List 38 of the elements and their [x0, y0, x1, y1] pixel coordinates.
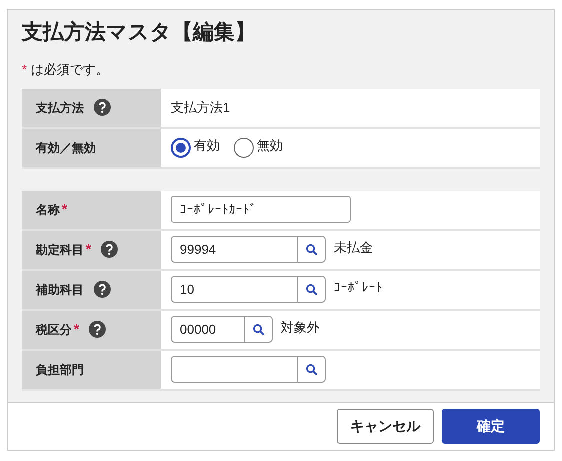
lookup-input[interactable]: 99994: [171, 236, 297, 263]
lookup-description: ｺｰﾎﾟﾚｰﾄ: [334, 278, 383, 297]
help-icon[interactable]: [89, 321, 106, 338]
field-label: 補助科目: [36, 282, 84, 298]
field-label: 有効／無効: [36, 140, 96, 156]
required-mark: *: [74, 320, 80, 339]
field-label: 勘定科目: [36, 242, 84, 258]
search-button[interactable]: [297, 236, 326, 263]
confirm-button[interactable]: 確定: [442, 409, 540, 444]
search-button[interactable]: [297, 356, 326, 383]
help-icon[interactable]: [101, 241, 118, 258]
lookup-description: 未払金: [334, 238, 373, 257]
radio-option[interactable]: 無効: [234, 138, 283, 158]
required-mark: *: [62, 200, 68, 219]
search-icon: [306, 364, 318, 376]
radio-option[interactable]: 有効: [171, 138, 220, 158]
required-mark: *: [22, 61, 28, 79]
search-icon: [252, 324, 264, 336]
field-label: 支払方法: [36, 100, 84, 116]
lookup-description: 対象外: [281, 318, 320, 337]
value-text: 支払方法1: [171, 98, 230, 117]
search-button[interactable]: [297, 276, 326, 303]
field-label: 名称: [36, 202, 60, 218]
help-icon[interactable]: [94, 281, 111, 298]
required-note: は必須です。: [31, 61, 110, 79]
search-icon: [306, 244, 318, 256]
lookup-input[interactable]: 00000: [171, 316, 244, 343]
help-icon[interactable]: [94, 99, 111, 116]
field-label: 負担部門: [36, 362, 84, 378]
required-mark: *: [86, 240, 92, 259]
lookup-input[interactable]: 10: [171, 276, 297, 303]
cancel-button[interactable]: キャンセル: [337, 409, 434, 444]
lookup-input[interactable]: [171, 356, 297, 383]
field-label: 税区分: [36, 322, 72, 338]
dialog-title: 支払方法マスタ【編集】: [22, 20, 257, 46]
name-input[interactable]: ｺｰﾎﾟﾚｰﾄｶｰﾄﾞ: [171, 196, 351, 223]
search-button[interactable]: [244, 316, 273, 343]
search-icon: [306, 284, 318, 296]
